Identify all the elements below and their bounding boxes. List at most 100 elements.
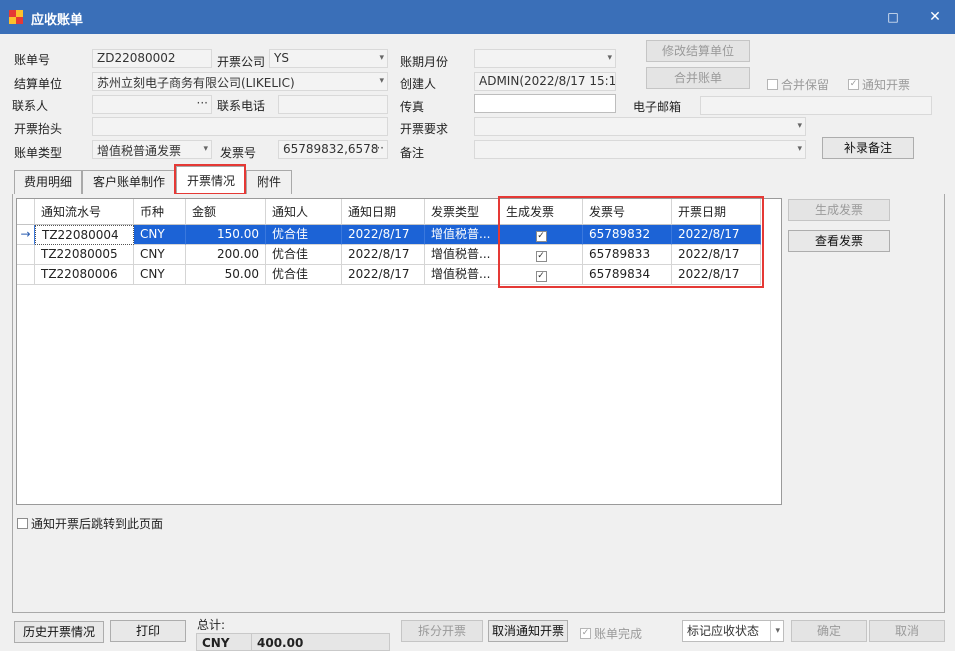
- history-invoice-button[interactable]: 历史开票情况: [14, 621, 104, 643]
- cell-notifier[interactable]: 优合佳: [266, 225, 342, 245]
- close-button[interactable]: ✕: [925, 8, 945, 26]
- row-indicator: [17, 245, 35, 265]
- col-header-notice-date[interactable]: 通知日期: [342, 199, 425, 225]
- tab-attachment[interactable]: 附件: [246, 170, 292, 195]
- tab-fee-detail[interactable]: 费用明细: [14, 170, 82, 195]
- checkbox-box[interactable]: [767, 79, 778, 90]
- invoice-req-label: 开票要求: [400, 122, 449, 136]
- jump-after-checkbox[interactable]: 通知开票后跳转到此页面: [17, 515, 163, 532]
- merge-keep-label: 合并保留: [781, 78, 830, 92]
- invoice-no-label: 发票号: [220, 146, 257, 160]
- invoice-title-field[interactable]: [92, 117, 388, 136]
- cancel-notice-button[interactable]: 取消通知开票: [488, 620, 568, 642]
- notify-invoice-checkbox[interactable]: ✓ 通知开票: [848, 76, 910, 93]
- bill-no-field[interactable]: ZD22080002: [92, 49, 212, 68]
- chevron-down-icon: ▾: [203, 144, 208, 154]
- print-button[interactable]: 打印: [110, 620, 186, 642]
- total-row: CNY 400.00: [196, 633, 390, 651]
- maximize-button[interactable]: □: [883, 8, 903, 26]
- period-select[interactable]: ▾: [474, 49, 616, 68]
- window-title: 应收账单: [31, 13, 84, 28]
- notify-invoice-label: 通知开票: [862, 78, 911, 92]
- add-remark-button[interactable]: 补录备注: [822, 137, 914, 159]
- phone-field[interactable]: [278, 95, 388, 114]
- app-icon: [9, 10, 23, 24]
- jump-after-label: 通知开票后跳转到此页面: [31, 517, 164, 531]
- tab-highlight-box: [174, 164, 246, 195]
- checkbox-box[interactable]: [17, 518, 28, 529]
- cell-invoice-type[interactable]: 增值税普...: [425, 245, 500, 265]
- cell-currency[interactable]: CNY: [134, 225, 186, 245]
- cell-currency[interactable]: CNY: [134, 265, 186, 285]
- ellipsis-icon[interactable]: ···: [197, 96, 208, 112]
- cell-notifier[interactable]: 优合佳: [266, 265, 342, 285]
- gen-invoice-button[interactable]: 生成发票: [788, 199, 890, 221]
- total-currency: CNY: [197, 634, 252, 650]
- split-invoice-button[interactable]: 拆分开票: [401, 620, 483, 642]
- row-indicator-icon: →: [17, 225, 35, 245]
- invoice-company-select[interactable]: YS ▾: [269, 49, 388, 68]
- grid-corner: [17, 199, 35, 225]
- chevron-down-icon: ▾: [379, 76, 384, 86]
- cell-notice-no[interactable]: TZ22080006: [35, 265, 134, 285]
- chevron-down-icon: ▾: [797, 121, 802, 131]
- contact-field[interactable]: ···: [92, 95, 212, 114]
- chevron-down-icon: ▾: [770, 621, 780, 641]
- cell-notifier[interactable]: 优合佳: [266, 245, 342, 265]
- cell-invoice-type[interactable]: 增值税普...: [425, 225, 500, 245]
- cell-notice-no[interactable]: TZ22080004: [35, 225, 134, 245]
- cancel-button[interactable]: 取消: [869, 620, 945, 642]
- tab-customer-bill[interactable]: 客户账单制作: [82, 170, 176, 195]
- invoice-title-label: 开票抬头: [14, 122, 63, 136]
- cell-notice-date[interactable]: 2022/8/17: [342, 265, 425, 285]
- check-icon[interactable]: ✓: [848, 79, 859, 90]
- remark-label: 备注: [400, 146, 425, 160]
- remark-select[interactable]: ▾: [474, 140, 806, 159]
- bill-done-label: 账单完成: [594, 627, 643, 641]
- cell-invoice-type[interactable]: 增值税普...: [425, 265, 500, 285]
- col-header-currency[interactable]: 币种: [134, 199, 186, 225]
- mark-status-select[interactable]: 标记应收状态 ▾: [682, 620, 784, 642]
- bill-done-checkbox[interactable]: ✓ 账单完成: [580, 625, 642, 642]
- modify-settle-button[interactable]: 修改结算单位: [646, 40, 750, 62]
- ellipsis-icon[interactable]: ···: [373, 141, 384, 157]
- settle-unit-label: 结算单位: [14, 77, 63, 91]
- phone-label: 联系电话: [217, 99, 266, 113]
- period-label: 账期月份: [400, 55, 449, 69]
- bill-no-label: 账单号: [14, 53, 51, 67]
- merge-bill-button[interactable]: 合并账单: [646, 67, 750, 89]
- creator-field[interactable]: ADMIN(2022/8/17 15:1: [474, 72, 616, 91]
- creator-label: 创建人: [400, 77, 437, 91]
- col-header-invoice-type[interactable]: 发票类型: [425, 199, 500, 225]
- title-bar: 应收账单 □ ✕: [0, 0, 955, 34]
- col-header-notifier[interactable]: 通知人: [266, 199, 342, 225]
- bill-type-value: 增值税普通发票: [97, 144, 182, 158]
- cell-notice-date[interactable]: 2022/8/17: [342, 225, 425, 245]
- email-field[interactable]: [700, 96, 932, 115]
- cell-amount[interactable]: 200.00: [186, 245, 266, 265]
- fax-field[interactable]: [474, 94, 616, 113]
- invoice-req-select[interactable]: ▾: [474, 117, 806, 136]
- settle-unit-select[interactable]: 苏州立刻电子商务有限公司(LIKELIC) ▾: [92, 72, 388, 91]
- invoice-columns-highlight-box: [498, 196, 764, 288]
- chevron-down-icon: ▾: [797, 144, 802, 154]
- cell-notice-date[interactable]: 2022/8/17: [342, 245, 425, 265]
- cell-amount[interactable]: 150.00: [186, 225, 266, 245]
- invoice-company-value: YS: [274, 51, 289, 65]
- mark-status-value: 标记应收状态: [687, 624, 760, 638]
- col-header-notice-no[interactable]: 通知流水号: [35, 199, 134, 225]
- contact-label: 联系人: [12, 99, 49, 113]
- cell-notice-no[interactable]: TZ22080005: [35, 245, 134, 265]
- invoice-no-field[interactable]: 65789832,6578 ···: [278, 140, 388, 159]
- bill-type-select[interactable]: 增值税普通发票 ▾: [92, 140, 212, 159]
- merge-keep-checkbox[interactable]: 合并保留: [767, 76, 829, 93]
- cell-amount[interactable]: 50.00: [186, 265, 266, 285]
- cell-currency[interactable]: CNY: [134, 245, 186, 265]
- total-amount: 400.00: [257, 636, 304, 650]
- col-header-amount[interactable]: 金额: [186, 199, 266, 225]
- confirm-button[interactable]: 确定: [791, 620, 867, 642]
- view-invoice-button[interactable]: 查看发票: [788, 230, 890, 252]
- row-indicator: [17, 265, 35, 285]
- bill-type-label: 账单类型: [14, 146, 63, 160]
- check-icon[interactable]: ✓: [580, 628, 591, 639]
